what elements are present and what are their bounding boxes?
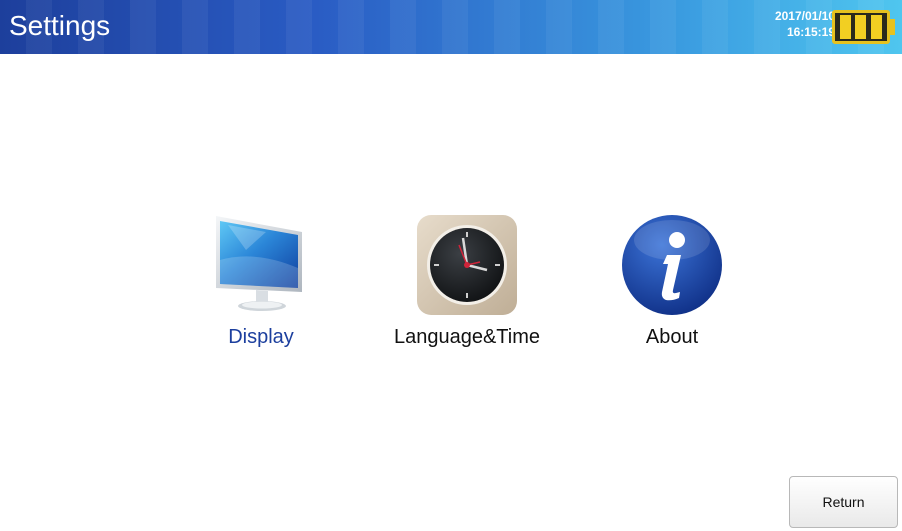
title-bar: Settings 2017/01/10 16:15:19 [0, 0, 902, 54]
menu-item-label: Display [228, 326, 294, 348]
settings-screen: Settings 2017/01/10 16:15:19 Display Lan… [0, 0, 902, 531]
battery-full-icon [832, 10, 890, 44]
battery-cell [870, 15, 882, 39]
battery-cell [855, 15, 867, 39]
monitor-icon [206, 210, 316, 320]
return-button[interactable]: Return [789, 476, 898, 528]
datetime-display: 2017/01/10 16:15:19 [765, 8, 835, 40]
menu-item-label: Language&Time [393, 326, 541, 348]
menu-item-label: About [645, 326, 699, 348]
menu-item-display[interactable]: Display [176, 210, 346, 350]
clock-icon [412, 210, 522, 320]
battery-cell [840, 15, 852, 39]
time-text: 16:15:19 [786, 25, 835, 39]
menu-item-language-time[interactable]: Language&Time [382, 210, 552, 350]
date-text: 2017/01/10 [774, 9, 835, 23]
info-icon [617, 210, 727, 320]
battery-tip [890, 19, 895, 35]
page-title: Settings [9, 10, 111, 41]
menu-item-about[interactable]: About [587, 210, 757, 350]
